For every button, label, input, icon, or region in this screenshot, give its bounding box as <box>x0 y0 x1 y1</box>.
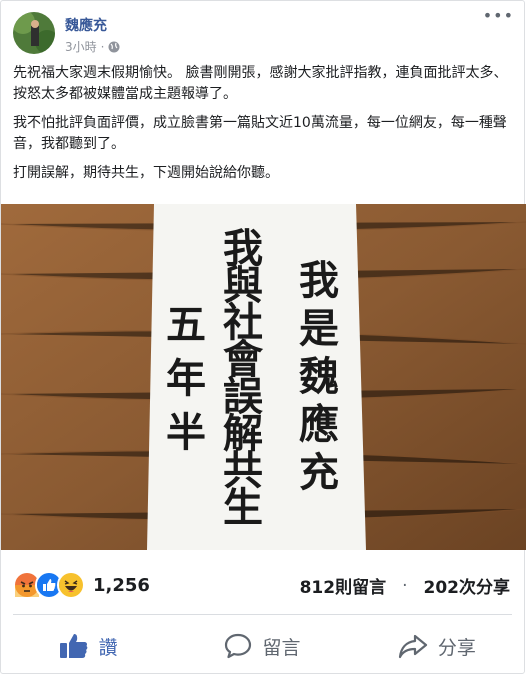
author-avatar[interactable] <box>13 12 55 54</box>
calligraphy-character: 充 <box>299 449 339 496</box>
comment-count[interactable]: 812則留言 <box>300 573 387 598</box>
calligraphy-character: 五 <box>166 301 206 348</box>
comment-label: 留言 <box>262 636 301 659</box>
calligraphy-character: 年 <box>166 355 206 402</box>
calligraphy-character: 魏 <box>299 353 339 400</box>
calligraphy-character: 應 <box>299 401 339 448</box>
reactions-summary[interactable]: 1,256 <box>13 567 150 603</box>
divider <box>13 614 512 615</box>
calligraphy-character: 半 <box>166 409 206 456</box>
like-label: 讚 <box>98 636 118 659</box>
post-actions: 讚 留言 分享 <box>1 617 524 675</box>
post-paragraph: 打開誤解，期待共生，下週開始說給你聽。 <box>13 165 279 181</box>
post-card: 魏應充 3小時 · ••• 先祝福大家週末假期愉快。 臉書剛開張，感謝大家批評指… <box>0 0 526 675</box>
post-time[interactable]: 3小時 <box>65 38 97 55</box>
haha-icon <box>57 571 85 599</box>
post-text: 先祝福大家週末假期愉快。 臉書剛開張，感謝大家批評指教，連負面批評太多、按怒太多… <box>13 63 513 192</box>
post-photo[interactable]: 我是魏應充我與社會誤解共生五年半 <box>1 204 526 550</box>
post-paragraph: 先祝福大家週末假期愉快。 臉書剛開張，感謝大家批評指教，連負面批評太多、按怒太多… <box>13 65 508 102</box>
more-options-icon[interactable]: ••• <box>483 8 514 24</box>
share-label: 分享 <box>437 636 476 659</box>
calligraphy-character: 生 <box>223 484 263 531</box>
author-name[interactable]: 魏應充 <box>65 15 107 35</box>
share-count[interactable]: 202次分享 <box>424 573 511 598</box>
stats-separator: · <box>402 575 408 596</box>
globe-icon[interactable] <box>108 41 120 53</box>
speech-bubble-icon <box>224 632 252 660</box>
share-button[interactable]: 分享 <box>350 617 524 675</box>
post-paragraph: 我不怕批評負面評價，成立臉書第一篇貼文近10萬流量，每一位網友，每一種聲音，我都… <box>13 115 507 152</box>
like-button[interactable]: 讚 <box>1 617 175 675</box>
share-arrow-icon <box>398 633 428 659</box>
post-meta: 3小時 · <box>65 38 120 55</box>
calligraphy-character: 我 <box>299 257 339 304</box>
thumbs-up-icon <box>59 632 89 660</box>
engagement-stats: 812則留言 · 202次分享 <box>300 573 511 599</box>
reaction-count[interactable]: 1,256 <box>93 575 150 596</box>
calligraphy-character: 是 <box>299 305 339 352</box>
comment-button[interactable]: 留言 <box>175 617 349 675</box>
